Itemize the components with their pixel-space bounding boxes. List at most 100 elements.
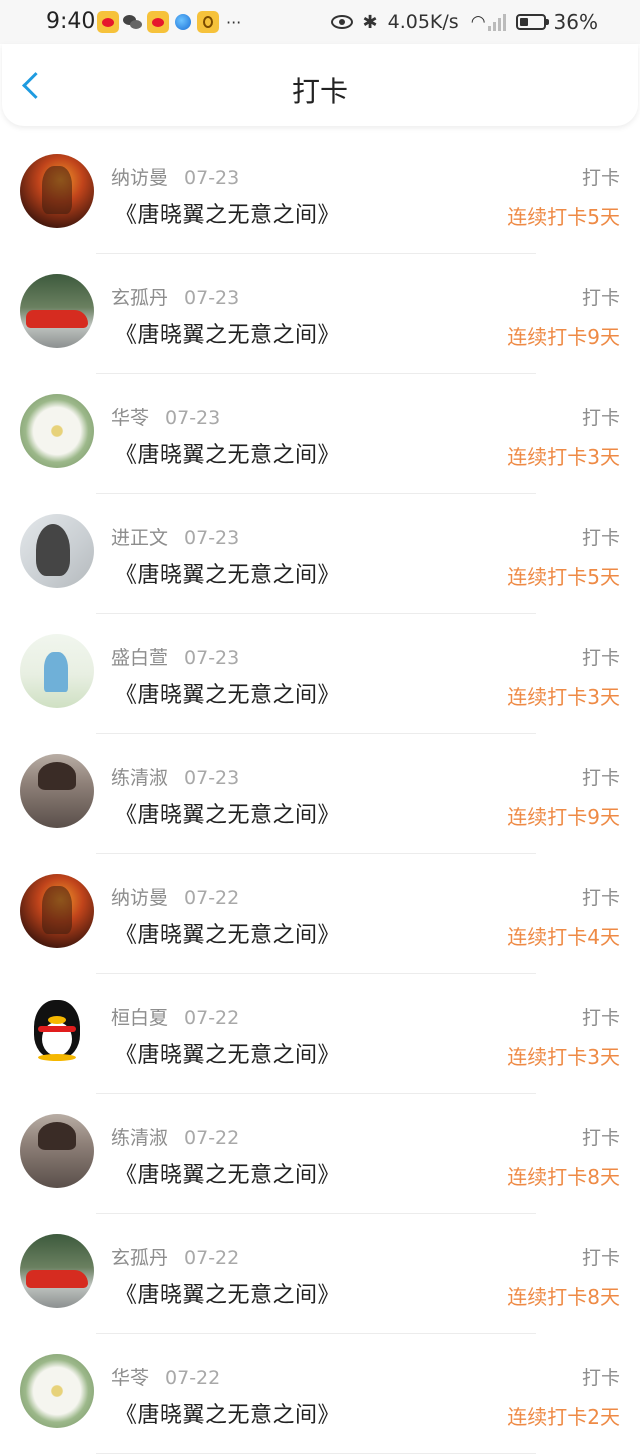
checkin-list-item[interactable]: 练清淑 07-22 《唐晓翼之无意之间》 打卡 连续打卡8天 [0, 1094, 640, 1214]
bluetooth-icon: ✱ [362, 11, 378, 33]
user-name: 玄孤丹 07-23 [111, 283, 239, 310]
user-name-text: 华苓 [111, 407, 150, 429]
status-time: 9:40 [46, 9, 96, 34]
checkin-list-item[interactable]: 纳访曼 07-22 《唐晓翼之无意之间》 打卡 连续打卡4天 [0, 854, 640, 974]
user-name: 纳访曼 07-23 [111, 163, 239, 190]
checkin-date: 07-22 [165, 1367, 221, 1389]
checkin-list-item[interactable]: 华苓 07-22 《唐晓翼之无意之间》 打卡 连续打卡2天 [0, 1334, 640, 1454]
streak-badge: 连续打卡9天 [507, 805, 620, 829]
signal-icon [487, 13, 508, 31]
avatar[interactable] [20, 394, 94, 468]
wechat-icon [122, 11, 144, 33]
user-name: 华苓 07-22 [111, 1363, 220, 1390]
user-name-text: 纳访曼 [111, 887, 169, 909]
book-title: 《唐晓翼之无意之间》 [115, 203, 341, 228]
checkin-date: 07-22 [184, 887, 240, 909]
status-right: ✱ 4.05K/s ◠ 36% [330, 8, 598, 36]
user-name-text: 桓白夏 [111, 1007, 169, 1029]
checkin-list-item[interactable]: 桓白夏 07-22 《唐晓翼之无意之间》 打卡 连续打卡3天 [0, 974, 640, 1094]
user-name-text: 盛白萱 [111, 647, 169, 669]
user-name-text: 纳访曼 [111, 167, 169, 189]
checkin-list-item[interactable]: 盛白萱 07-23 《唐晓翼之无意之间》 打卡 连续打卡3天 [0, 614, 640, 734]
checkin-action-label: 打卡 [581, 887, 620, 909]
checkin-list: 纳访曼 07-23 《唐晓翼之无意之间》 打卡 连续打卡5天 玄孤丹 07-23 《… [0, 134, 640, 1454]
qq-penguin-avatar[interactable] [20, 994, 94, 1068]
book-title: 《唐晓翼之无意之间》 [115, 803, 341, 828]
checkin-list-item[interactable]: 玄孤丹 07-23 《唐晓翼之无意之间》 打卡 连续打卡9天 [0, 254, 640, 374]
book-title: 《唐晓翼之无意之间》 [115, 923, 341, 948]
checkin-action-label: 打卡 [581, 1127, 620, 1149]
checkin-action-label: 打卡 [581, 767, 620, 789]
streak-badge: 连续打卡8天 [507, 1285, 620, 1309]
user-name-text: 练清淑 [111, 767, 169, 789]
streak-badge: 连续打卡5天 [507, 205, 620, 229]
eye-icon [330, 15, 353, 29]
checkin-action-label: 打卡 [581, 647, 620, 669]
qq-feet-shape [38, 1054, 76, 1061]
checkin-action-label: 打卡 [581, 167, 620, 189]
avatar[interactable] [20, 754, 94, 828]
book-title: 《唐晓翼之无意之间》 [115, 443, 341, 468]
user-name-text: 练清淑 [111, 1127, 169, 1149]
status-bar: 9:40 ··· ✱ 4.05K/s ◠ 36% [0, 0, 640, 44]
user-name-text: 玄孤丹 [111, 1247, 169, 1269]
avatar[interactable] [20, 514, 94, 588]
streak-badge: 连续打卡3天 [507, 445, 620, 469]
user-name: 练清淑 07-23 [111, 763, 239, 790]
avatar[interactable] [20, 1354, 94, 1428]
network-speed: 4.05K/s [387, 11, 459, 33]
checkin-date: 07-23 [165, 407, 221, 429]
avatar[interactable] [20, 274, 94, 348]
app-icon [197, 11, 219, 33]
streak-badge: 连续打卡9天 [507, 325, 620, 349]
checkin-action-label: 打卡 [581, 1007, 620, 1029]
qq-scarf-shape [38, 1026, 76, 1032]
book-title: 《唐晓翼之无意之间》 [115, 1163, 341, 1188]
checkin-date: 07-23 [184, 767, 240, 789]
user-name-text: 进正文 [111, 527, 169, 549]
avatar[interactable] [20, 1114, 94, 1188]
battery-icon [515, 14, 549, 30]
user-name: 纳访曼 07-22 [111, 883, 239, 910]
wifi-icon: ◠ [470, 12, 486, 32]
more-notifications-icon: ··· [226, 12, 242, 32]
top-nav-bar: 打卡 [2, 44, 638, 126]
streak-badge: 连续打卡3天 [507, 685, 620, 709]
qq-beak-shape [48, 1016, 66, 1024]
checkin-date: 07-22 [184, 1247, 240, 1269]
battery-percent: 36% [553, 10, 598, 34]
avatar[interactable] [20, 1234, 94, 1308]
streak-badge: 连续打卡5天 [507, 565, 620, 589]
checkin-list-item[interactable]: 练清淑 07-23 《唐晓翼之无意之间》 打卡 连续打卡9天 [0, 734, 640, 854]
user-name: 玄孤丹 07-22 [111, 1243, 239, 1270]
checkin-date: 07-22 [184, 1127, 240, 1149]
user-name-text: 华苓 [111, 1367, 150, 1389]
book-title: 《唐晓翼之无意之间》 [115, 1043, 341, 1068]
user-name: 盛白萱 07-23 [111, 643, 239, 670]
streak-badge: 连续打卡3天 [507, 1045, 620, 1069]
streak-badge: 连续打卡8天 [507, 1165, 620, 1189]
checkin-list-item[interactable]: 进正文 07-23 《唐晓翼之无意之间》 打卡 连续打卡5天 [0, 494, 640, 614]
user-name-text: 玄孤丹 [111, 287, 169, 309]
book-title: 《唐晓翼之无意之间》 [115, 563, 341, 588]
user-name: 进正文 07-23 [111, 523, 239, 550]
user-name: 练清淑 07-22 [111, 1123, 239, 1150]
checkin-action-label: 打卡 [581, 287, 620, 309]
checkin-list-item[interactable]: 玄孤丹 07-22 《唐晓翼之无意之间》 打卡 连续打卡8天 [0, 1214, 640, 1334]
avatar[interactable] [20, 874, 94, 948]
avatar[interactable] [20, 154, 94, 228]
user-name: 桓白夏 07-22 [111, 1003, 239, 1030]
checkin-date: 07-23 [184, 647, 240, 669]
checkin-date: 07-22 [184, 1007, 240, 1029]
weibo-icon [147, 11, 169, 33]
checkin-action-label: 打卡 [581, 1367, 620, 1389]
checkin-action-label: 打卡 [581, 407, 620, 429]
book-title: 《唐晓翼之无意之间》 [115, 1283, 341, 1308]
streak-badge: 连续打卡2天 [507, 1405, 620, 1429]
avatar[interactable] [20, 634, 94, 708]
checkin-list-item[interactable]: 华苓 07-23 《唐晓翼之无意之间》 打卡 连续打卡3天 [0, 374, 640, 494]
checkin-date: 07-23 [184, 527, 240, 549]
checkin-list-item[interactable]: 纳访曼 07-23 《唐晓翼之无意之间》 打卡 连续打卡5天 [0, 134, 640, 254]
checkin-date: 07-23 [184, 167, 240, 189]
checkin-action-label: 打卡 [581, 527, 620, 549]
